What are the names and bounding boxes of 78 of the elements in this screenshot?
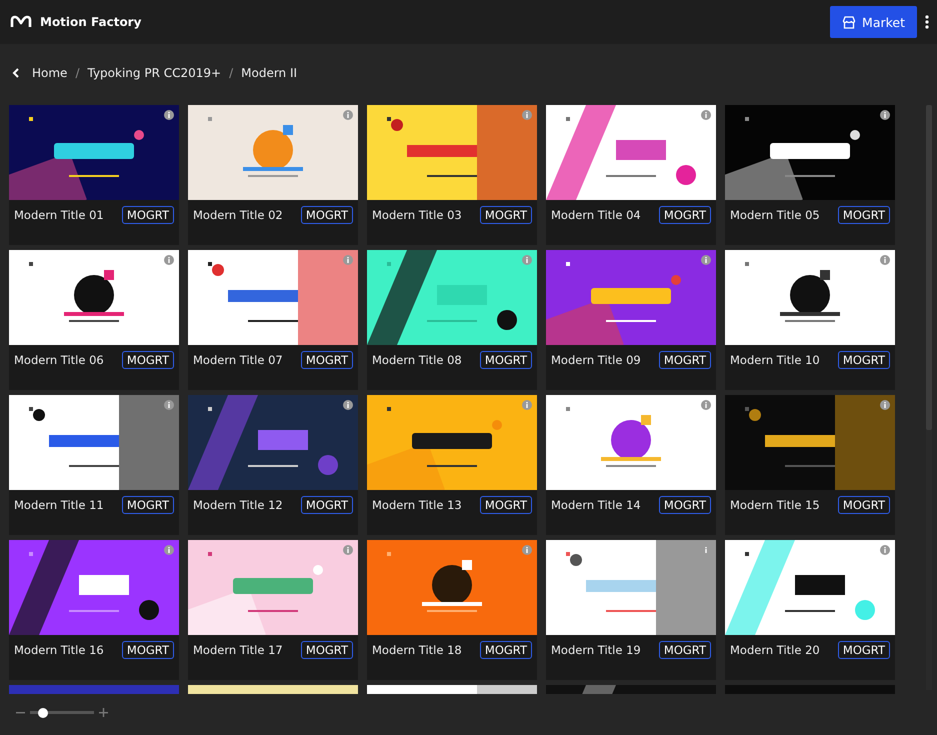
template-card[interactable]: Modern Title 20 MOGRT [725, 540, 895, 680]
mogrt-tag[interactable]: MOGRT [300, 206, 353, 224]
mogrt-tag[interactable]: MOGRT [658, 351, 711, 369]
template-title: Modern Title 01 [14, 208, 104, 222]
breadcrumb-link[interactable]: Typoking PR CC2019+ [87, 66, 222, 80]
template-title: Modern Title 20 [730, 643, 820, 657]
template-title: Modern Title 19 [551, 643, 641, 657]
info-icon[interactable] [880, 400, 890, 410]
template-card[interactable]: Modern Title 11 MOGRT [9, 395, 179, 535]
mogrt-tag[interactable]: MOGRT [838, 351, 890, 369]
mogrt-tag[interactable]: MOGRT [658, 206, 711, 224]
template-card[interactable]: Modern Title 15 MOGRT [725, 395, 895, 535]
template-title: Modern Title 15 [730, 498, 820, 512]
template-title: Modern Title 04 [551, 208, 641, 222]
template-card[interactable]: Modern Title 19 MOGRT [546, 540, 716, 680]
template-card[interactable]: Modern Title 07 MOGRT [188, 250, 358, 390]
template-title: Modern Title 16 [14, 643, 104, 657]
mogrt-tag[interactable]: MOGRT [300, 496, 353, 514]
mogrt-tag[interactable]: MOGRT [122, 351, 174, 369]
template-title: Modern Title 13 [372, 498, 462, 512]
mogrt-tag[interactable]: MOGRT [658, 641, 711, 659]
mogrt-tag[interactable]: MOGRT [480, 496, 532, 514]
template-title: Modern Title 05 [730, 208, 820, 222]
template-card[interactable]: Modern Title 09 MOGRT [546, 250, 716, 390]
template-title: Modern Title 08 [372, 353, 462, 367]
template-card[interactable]: Modern Title 03 MOGRT [367, 105, 537, 245]
info-icon[interactable] [164, 110, 174, 120]
template-title: Modern Title 17 [193, 643, 283, 657]
info-icon[interactable] [880, 110, 890, 120]
template-card[interactable]: Modern Title 13 MOGRT [367, 395, 537, 535]
store-icon [842, 16, 856, 28]
template-title: Modern Title 14 [551, 498, 641, 512]
template-card[interactable]: Modern Title 18 MOGRT [367, 540, 537, 680]
template-card[interactable]: Modern Title 02 MOGRT [188, 105, 358, 245]
logo-icon [10, 15, 32, 29]
mogrt-tag[interactable]: MOGRT [300, 351, 353, 369]
mogrt-tag[interactable]: MOGRT [480, 641, 532, 659]
template-card[interactable]: Modern Title 12 MOGRT [188, 395, 358, 535]
info-icon[interactable] [343, 400, 353, 410]
template-title: Modern Title 07 [193, 353, 283, 367]
mogrt-tag[interactable]: MOGRT [122, 641, 174, 659]
mogrt-tag[interactable]: MOGRT [838, 206, 890, 224]
template-card[interactable]: Modern Title 06 MOGRT [9, 250, 179, 390]
breadcrumb-link[interactable]: Modern II [241, 66, 298, 80]
mogrt-tag[interactable]: MOGRT [480, 206, 532, 224]
template-card[interactable]: Modern Title 10 MOGRT [725, 250, 895, 390]
template-card[interactable]: Modern Title 05 MOGRT [725, 105, 895, 245]
mogrt-tag[interactable]: MOGRT [658, 496, 711, 514]
template-title: Modern Title 12 [193, 498, 283, 512]
mogrt-tag[interactable]: MOGRT [838, 641, 890, 659]
breadcrumb-link[interactable]: Home [32, 66, 68, 80]
template-card[interactable]: Modern Title 14 MOGRT [546, 395, 716, 535]
template-card[interactable]: Modern Title 08 MOGRT [367, 250, 537, 390]
template-title: Modern Title 06 [14, 353, 104, 367]
slider-thumb[interactable] [38, 708, 48, 718]
more-icon[interactable] [925, 15, 929, 29]
template-card[interactable]: Modern Title 16 MOGRT [9, 540, 179, 680]
template-title: Modern Title 18 [372, 643, 462, 657]
breadcrumb-separator: / [75, 66, 80, 80]
mogrt-tag[interactable]: MOGRT [122, 206, 174, 224]
template-card[interactable]: Modern Title 01 MOGRT [9, 105, 179, 245]
template-title: Modern Title 10 [730, 353, 820, 367]
zoom-in-icon[interactable] [99, 708, 108, 717]
market-button[interactable]: Market [830, 6, 917, 38]
template-title: Modern Title 11 [14, 498, 104, 512]
template-card[interactable]: Modern Title 17 MOGRT [188, 540, 358, 680]
info-icon[interactable] [701, 255, 711, 265]
mogrt-tag[interactable]: MOGRT [122, 496, 174, 514]
mogrt-tag[interactable]: MOGRT [480, 351, 532, 369]
mogrt-tag[interactable]: MOGRT [300, 641, 353, 659]
mogrt-tag[interactable]: MOGRT [838, 496, 890, 514]
app-title: Motion Factory [40, 15, 142, 29]
breadcrumb-separator: / [229, 66, 234, 80]
template-title: Modern Title 09 [551, 353, 641, 367]
template-title: Modern Title 03 [372, 208, 462, 222]
back-icon[interactable] [12, 68, 20, 78]
template-card[interactable]: Modern Title 04 MOGRT [546, 105, 716, 245]
template-title: Modern Title 02 [193, 208, 283, 222]
